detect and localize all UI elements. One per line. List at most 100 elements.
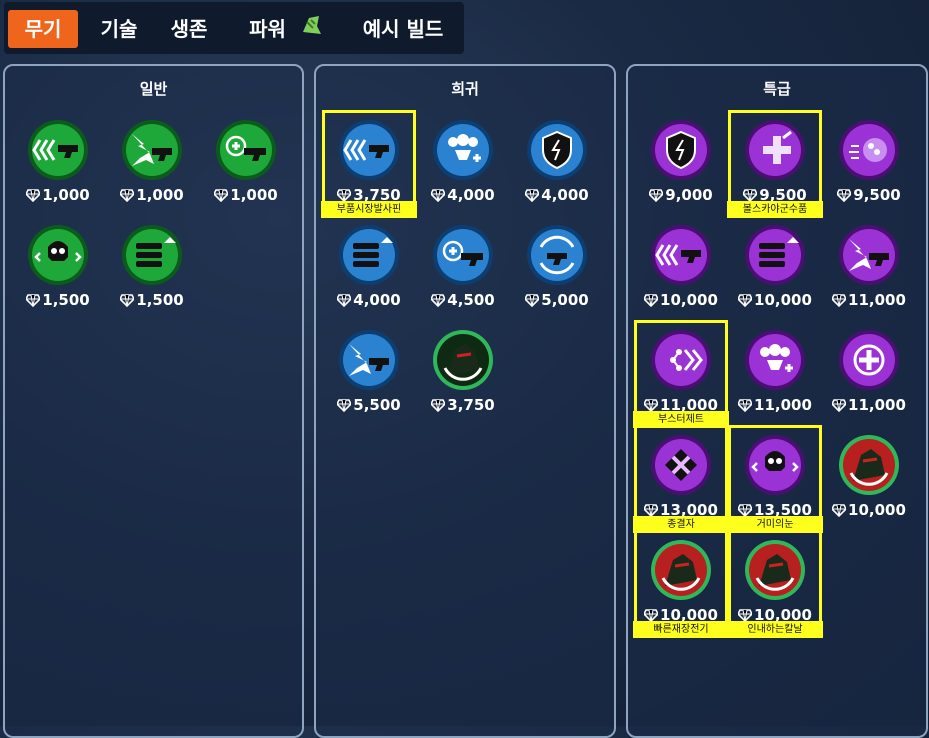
- upgrade-item[interactable]: 1,000: [107, 112, 197, 212]
- upgrade-item[interactable]: 1,000: [201, 112, 291, 212]
- crosshair-icon: [837, 328, 901, 392]
- team-heal-icon: [431, 118, 495, 182]
- gem-icon: [336, 398, 353, 416]
- upgrade-item[interactable]: 10,000: [824, 427, 914, 527]
- item-price: 1,500: [13, 291, 103, 311]
- tab-example-builds[interactable]: 예시 빌드: [348, 10, 458, 48]
- gem-icon: [831, 293, 848, 311]
- item-name-label: 부스터제트: [633, 411, 729, 428]
- gem-icon: [737, 398, 754, 416]
- upgrade-item[interactable]: 1,500: [13, 217, 103, 317]
- upgrade-item[interactable]: 10,000 인내하는칼날: [727, 530, 823, 638]
- heal-plus-icon: [743, 118, 807, 182]
- gem-icon: [119, 188, 136, 206]
- upgrade-item[interactable]: 13,000 종결자: [633, 425, 729, 533]
- item-price: 4,000: [512, 186, 602, 206]
- skull-icon: [743, 433, 807, 497]
- item-price: 4,500: [418, 291, 508, 311]
- panel-common: 일반 1,000 1,000 1,000 1,500 1,500: [3, 64, 304, 738]
- upgrade-item[interactable]: 1,500: [107, 217, 197, 317]
- hero-portrait-icon: [837, 433, 901, 497]
- upgrade-item[interactable]: 10,000 빠른재장전기: [633, 530, 729, 638]
- panel-title: 특급: [763, 80, 791, 98]
- tab-label: 기술: [100, 17, 138, 41]
- upgrade-item[interactable]: 11,000: [824, 217, 914, 317]
- upgrade-item[interactable]: 10,000: [636, 217, 726, 317]
- upgrade-item[interactable]: 4,000: [324, 217, 414, 317]
- item-price: 11,000: [730, 396, 820, 416]
- gem-icon: [25, 188, 42, 206]
- item-price: 5,500: [324, 396, 414, 416]
- burst-gun-icon: [337, 328, 401, 392]
- panel-rare: 희귀 3,750 부품시장발사핀 4,000 4,000 4,000 4,500…: [314, 64, 616, 738]
- upgrade-item[interactable]: 9,500 볼스카야군수품: [727, 110, 823, 218]
- gem-icon: [831, 398, 848, 416]
- item-price: 1,000: [107, 186, 197, 206]
- item-price: 10,000: [730, 291, 820, 311]
- upgrade-item[interactable]: 11,000 부스터제트: [633, 320, 729, 428]
- price-value: 1,000: [136, 186, 184, 204]
- upgrade-item[interactable]: 4,000: [512, 112, 602, 212]
- item-price: 1,000: [13, 186, 103, 206]
- upgrade-item[interactable]: 10,000: [730, 217, 820, 317]
- gem-icon: [430, 293, 447, 311]
- price-value: 4,000: [353, 291, 401, 309]
- gem-icon: [25, 293, 42, 311]
- upgrade-item[interactable]: 3,750: [418, 322, 508, 422]
- ammo-stack-icon: [337, 223, 401, 287]
- upgrade-item[interactable]: 3,750 부품시장발사핀: [321, 110, 417, 218]
- price-value: 5,000: [541, 291, 589, 309]
- upgrade-item[interactable]: 13,500 거미의눈: [727, 425, 823, 533]
- tab-skills[interactable]: 기술: [84, 10, 154, 48]
- upgrade-item[interactable]: 4,000: [418, 112, 508, 212]
- upgrade-item[interactable]: 11,000: [730, 322, 820, 422]
- price-value: 3,750: [447, 396, 495, 414]
- tab-label: 무기: [24, 17, 62, 41]
- gem-icon: [213, 188, 230, 206]
- tab-bar: 무기 기술 생존 파워 예시 빌드: [4, 2, 464, 54]
- ammo-stack-icon: [743, 223, 807, 287]
- upgrade-item[interactable]: 9,000: [636, 112, 726, 212]
- upgrade-item[interactable]: 4,500: [418, 217, 508, 317]
- item-price: 1,000: [201, 186, 291, 206]
- tab-label: 파워: [249, 17, 286, 41]
- tab-label: 예시 빌드: [362, 17, 444, 41]
- price-value: 4,500: [447, 291, 495, 309]
- orb-icon: [837, 118, 901, 182]
- upgrade-item[interactable]: 9,500: [824, 112, 914, 212]
- tab-weapons[interactable]: 무기: [8, 10, 78, 48]
- tab-power[interactable]: 파워: [232, 10, 342, 48]
- eliminator-icon: [649, 433, 713, 497]
- hero-portrait-icon: [649, 538, 713, 602]
- price-value: 1,500: [136, 291, 184, 309]
- item-price: 1,500: [107, 291, 197, 311]
- upgrade-item[interactable]: 5,000: [512, 217, 602, 317]
- item-price: 10,000: [636, 291, 726, 311]
- item-price: 3,750: [418, 396, 508, 416]
- price-value: 11,000: [754, 396, 812, 414]
- gem-icon: [336, 293, 353, 311]
- burst-gun-icon: [837, 223, 901, 287]
- price-value: 10,000: [754, 291, 812, 309]
- skull-icon: [26, 223, 90, 287]
- gem-icon: [643, 293, 660, 311]
- upgrade-item[interactable]: 1,000: [13, 112, 103, 212]
- hero-portrait-icon: [431, 328, 495, 392]
- panel-epic: 특급 9,000 9,500 볼스카야군수품 9,500 10,000 10,0…: [626, 64, 928, 738]
- tab-survival[interactable]: 생존: [154, 10, 224, 48]
- item-price: 11,000: [824, 291, 914, 311]
- gem-icon: [524, 293, 541, 311]
- chevron-gun-icon: [337, 118, 401, 182]
- upgrade-item[interactable]: 5,500: [324, 322, 414, 422]
- item-name-label: 부품시장발사핀: [321, 201, 417, 218]
- booster-icon: [649, 328, 713, 392]
- tab-label: 생존: [170, 17, 208, 41]
- price-value: 9,000: [665, 186, 713, 204]
- upgrade-item[interactable]: 11,000: [824, 322, 914, 422]
- price-value: 9,500: [853, 186, 901, 204]
- item-name-label: 종결자: [633, 516, 729, 533]
- price-value: 11,000: [848, 291, 906, 309]
- chevron-gun-icon: [649, 223, 713, 287]
- gem-icon: [430, 188, 447, 206]
- medkit-gun-icon: [214, 118, 278, 182]
